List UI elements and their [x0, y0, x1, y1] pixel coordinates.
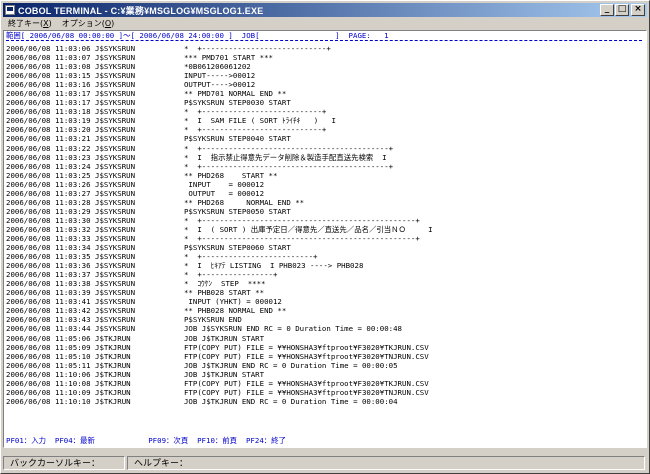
window-controls: _ □ × [599, 4, 645, 16]
log-line: 2006/06/08 11:03:16 J$SYKSRUN OUTPUT----… [6, 80, 256, 90]
log-line: 2006/06/08 11:10:10 J$TKJRUN JOB J$TKJRU… [6, 396, 398, 406]
log-output: 2006/06/08 11:03:06 J$SYKSRUN * +-------… [6, 44, 642, 406]
terminal-screen[interactable]: 範囲[ 2006/06/08 00:00:00 ]〜[ 2006/06/08 2… [3, 30, 647, 448]
log-line: 2006/06/08 11:03:17 J$SYKSRUN P$SYKSRUN … [6, 98, 291, 108]
minimize-button[interactable]: _ [600, 4, 614, 16]
log-line: 2006/06/08 11:03:22 J$SYKSRUN * +-------… [6, 143, 394, 153]
log-line: 2006/06/08 11:10:08 J$TKJRUN FTP(COPY PU… [6, 378, 429, 388]
log-line: 2006/06/08 11:03:43 J$SYKSRUN P$SYKSRUN … [6, 315, 242, 325]
log-line: 2006/06/08 11:03:30 J$SYKSRUN * +-------… [6, 215, 420, 225]
log-line: 2006/06/08 11:03:41 J$SYKSRUN INPUT (YHK… [6, 297, 282, 307]
log-line: 2006/06/08 11:03:33 J$SYKSRUN * +-------… [6, 233, 420, 243]
menu-exit-key[interactable]: 終了キー(X) [3, 18, 57, 29]
maximize-button[interactable]: □ [615, 4, 629, 16]
log-line: 2006/06/08 11:03:36 J$SYKSRUN * I ﾋｷｱﾃ L… [6, 261, 364, 271]
log-line: 2006/06/08 11:03:35 J$SYKSRUN * +-------… [6, 252, 318, 262]
log-line: 2006/06/08 11:03:26 J$SYKSRUN INPUT = 00… [6, 179, 265, 189]
window-title: COBOL TERMINAL - C:¥業務¥MSGLOG¥MSGLOG1.EX… [18, 5, 264, 16]
log-line: 2006/06/08 11:03:18 J$SYKSRUN * +-------… [6, 107, 327, 117]
log-line: 2006/06/08 11:03:37 J$SYKSRUN * +-------… [6, 270, 278, 280]
status-bar: バックカーソルキー： ヘルプキー： [3, 454, 647, 471]
pf-key-guide: PF01：入力 PF04：最新 PF09：次頁 PF10：前頁 PF24：終了 [6, 436, 286, 445]
log-line: 2006/06/08 11:03:38 J$SYKSRUN * ｺｳｹﾝ STE… [6, 279, 266, 289]
log-line: 2006/06/08 11:03:15 J$SYKSRUN INPUT-----… [6, 71, 256, 81]
log-line: 2006/06/08 11:03:08 J$SYKSRUN *0B0612060… [6, 62, 251, 72]
log-line: 2006/06/08 11:03:17 J$SYKSRUN ** PMD701 … [6, 89, 287, 99]
log-line: 2006/06/08 11:10:06 J$TKJRUN JOB J$TKJRU… [6, 369, 265, 379]
log-line: 2006/06/08 11:03:06 J$SYKSRUN * +-------… [6, 44, 331, 53]
terminal-app-icon [5, 5, 15, 15]
log-line: 2006/06/08 11:05:11 J$TKJRUN JOB J$TKJRU… [6, 360, 398, 370]
log-line: 2006/06/08 11:05:10 J$TKJRUN FTP(COPY PU… [6, 351, 429, 361]
menu-options[interactable]: オプション(O) [57, 18, 120, 29]
log-line: 2006/06/08 11:05:06 J$TKJRUN JOB J$TKJRU… [6, 333, 265, 343]
cobol-terminal-window: COBOL TERMINAL - C:¥業務¥MSGLOG¥MSGLOG1.EX… [0, 0, 650, 474]
header-separator [6, 40, 642, 41]
log-line: 2006/06/08 11:05:09 J$TKJRUN FTP(COPY PU… [6, 342, 429, 352]
log-line: 2006/06/08 11:03:42 J$SYKSRUN ** PHB028 … [6, 306, 287, 316]
log-line: 2006/06/08 11:03:34 J$SYKSRUN P$SYKSRUN … [6, 243, 291, 253]
log-line: 2006/06/08 11:03:21 J$SYKSRUN P$SYKSRUN … [6, 134, 291, 144]
log-line: 2006/06/08 11:10:09 J$TKJRUN FTP(COPY PU… [6, 387, 429, 397]
log-line: 2006/06/08 11:03:07 J$SYKSRUN *** PMD701… [6, 53, 273, 63]
log-line: 2006/06/08 11:03:23 J$SYKSRUN * I 指示禁止得意… [6, 152, 387, 162]
log-line: 2006/06/08 11:03:39 J$SYKSRUN ** PHB028 … [6, 288, 265, 298]
log-line: 2006/06/08 11:03:29 J$SYKSRUN P$SYKSRUN … [6, 206, 291, 216]
log-line: 2006/06/08 11:03:44 J$SYKSRUN JOB J$SYKS… [6, 324, 403, 334]
menu-bar: 終了キー(X) オプション(O) [3, 18, 647, 29]
log-line: 2006/06/08 11:03:32 J$SYKSRUN * I ( SORT… [6, 224, 433, 234]
help-key-pane: ヘルプキー： [127, 455, 645, 470]
close-button[interactable]: × [631, 4, 645, 16]
log-line: 2006/06/08 11:03:28 J$SYKSRUN ** PHD268 … [6, 197, 305, 207]
log-line: 2006/06/08 11:03:19 J$SYKSRUN * I SAM FI… [6, 116, 336, 126]
log-line: 2006/06/08 11:03:25 J$SYKSRUN ** PHD268 … [6, 170, 278, 180]
log-line: 2006/06/08 11:03:27 J$SYKSRUN OUTPUT = 0… [6, 188, 265, 198]
log-line: 2006/06/08 11:03:20 J$SYKSRUN * +-------… [6, 125, 327, 135]
title-bar[interactable]: COBOL TERMINAL - C:¥業務¥MSGLOG¥MSGLOG1.EX… [3, 3, 647, 17]
backcursor-key-pane: バックカーソルキー： [3, 455, 125, 470]
log-line: 2006/06/08 11:03:24 J$SYKSRUN * +-------… [6, 161, 394, 171]
